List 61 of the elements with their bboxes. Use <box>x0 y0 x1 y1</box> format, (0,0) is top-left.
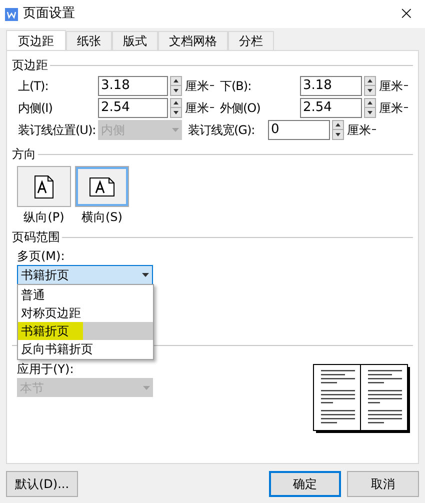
pages-select[interactable]: 书籍折页 <box>17 265 153 285</box>
dropdown-option[interactable]: 书籍折页 <box>18 322 153 340</box>
spinner-buttons[interactable] <box>364 76 376 96</box>
dropdown-option[interactable]: 反向书籍折页 <box>18 340 153 358</box>
orientation-button[interactable] <box>17 166 71 207</box>
field-label: 外侧(O) <box>220 100 262 116</box>
down-arrow-icon <box>365 107 375 116</box>
caret-icon <box>143 386 150 390</box>
orientation-label: 纵向(P) <box>24 209 64 225</box>
field-label: 上(T): <box>18 78 50 94</box>
down-arrow-icon <box>333 129 343 138</box>
spinner-buttons[interactable] <box>170 76 182 96</box>
field-label: 下(B): <box>220 78 252 94</box>
up-arrow-icon <box>171 98 181 107</box>
unit-dropdown[interactable]: 厘米 <box>379 100 408 116</box>
section-title: 方向 <box>12 146 36 162</box>
caret-icon <box>142 273 149 277</box>
field-label: 应用于(Y): <box>17 362 74 376</box>
tab[interactable]: 页边距 <box>6 30 66 51</box>
down-arrow-icon <box>365 85 375 94</box>
tab[interactable]: 文档网格 <box>158 31 228 50</box>
dropdown-option[interactable]: 普通 <box>18 286 153 304</box>
caret-icon <box>172 128 179 132</box>
field-label: 多页(M): <box>17 249 65 263</box>
landscape-page-icon <box>89 176 115 196</box>
app-logo-icon <box>5 8 18 20</box>
down-arrow-icon <box>171 85 181 94</box>
number-field[interactable]: 3.18 <box>98 76 168 96</box>
unit-dropdown[interactable]: 厘米 <box>185 78 214 94</box>
field-label: 装订线位置(U): <box>18 122 97 138</box>
spinner-buttons[interactable] <box>170 98 182 118</box>
dropdown-option[interactable]: 对称页边距 <box>18 304 153 322</box>
section-title: 页边距 <box>12 57 48 73</box>
default-button[interactable]: 默认(D)... <box>6 471 78 497</box>
unit-dropdown[interactable]: 厘米 <box>347 122 376 138</box>
portrait-page-icon <box>34 174 54 198</box>
orientation-button[interactable] <box>75 166 129 207</box>
orientation-label: 横向(S) <box>82 209 122 225</box>
spinner-buttons[interactable] <box>364 98 376 118</box>
close-button[interactable]: × <box>398 5 414 23</box>
down-arrow-icon <box>171 107 181 116</box>
unit-dropdown[interactable]: 厘米 <box>185 100 214 116</box>
cancel-button[interactable]: 取消 <box>347 471 419 497</box>
tab[interactable]: 分栏 <box>228 31 274 50</box>
ok-button[interactable]: 确定 <box>269 471 341 497</box>
number-field[interactable]: 3.18 <box>300 76 362 96</box>
spinner-buttons[interactable] <box>332 120 344 140</box>
up-arrow-icon <box>365 98 375 107</box>
field-label: 装订线宽(G): <box>188 122 256 138</box>
number-field[interactable]: 0 <box>268 120 330 140</box>
tab[interactable]: 版式 <box>112 31 158 50</box>
up-arrow-icon <box>365 76 375 85</box>
tab[interactable]: 纸张 <box>66 31 112 50</box>
up-arrow-icon <box>171 76 181 85</box>
section-title: 页码范围 <box>12 229 60 245</box>
window-title: 页面设置 <box>23 6 75 22</box>
up-arrow-icon <box>333 120 343 129</box>
number-field[interactable]: 2.54 <box>98 98 168 118</box>
number-field[interactable]: 2.54 <box>300 98 362 118</box>
field-label: 内侧(I) <box>18 100 54 116</box>
unit-dropdown[interactable]: 厘米 <box>379 78 408 94</box>
